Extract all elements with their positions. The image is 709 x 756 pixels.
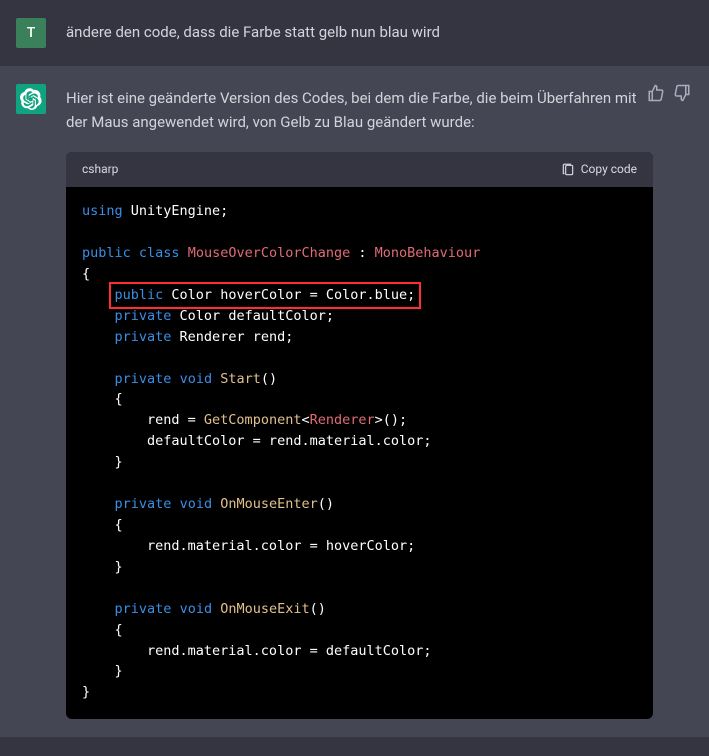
code-block: csharp Copy code using UnityEngine; publ… <box>66 152 653 719</box>
code-content[interactable]: using UnityEngine; public class MouseOve… <box>66 187 653 719</box>
thumbs-down-icon[interactable] <box>673 84 691 102</box>
user-avatar: T <box>16 18 46 48</box>
highlighted-line: public Color hoverColor = Color.blue; <box>109 282 422 309</box>
user-message-text: ändere den code, dass die Farbe statt ge… <box>66 18 693 48</box>
thumbs-up-icon[interactable] <box>647 84 665 102</box>
assistant-intro-text: Hier ist eine geänderte Version des Code… <box>66 86 653 134</box>
code-header: csharp Copy code <box>66 152 653 187</box>
feedback-buttons <box>647 84 691 102</box>
clipboard-icon <box>561 163 575 177</box>
copy-code-label: Copy code <box>581 160 637 179</box>
copy-code-button[interactable]: Copy code <box>561 160 637 179</box>
assistant-message: Hier ist eine geänderte Version des Code… <box>0 66 709 737</box>
openai-logo-icon <box>20 88 42 110</box>
user-message: T ändere den code, dass die Farbe statt … <box>0 0 709 66</box>
user-avatar-letter: T <box>27 25 36 41</box>
assistant-content: Hier ist eine geänderte Version des Code… <box>66 84 693 719</box>
code-language-label: csharp <box>82 160 118 179</box>
assistant-avatar <box>16 84 46 114</box>
